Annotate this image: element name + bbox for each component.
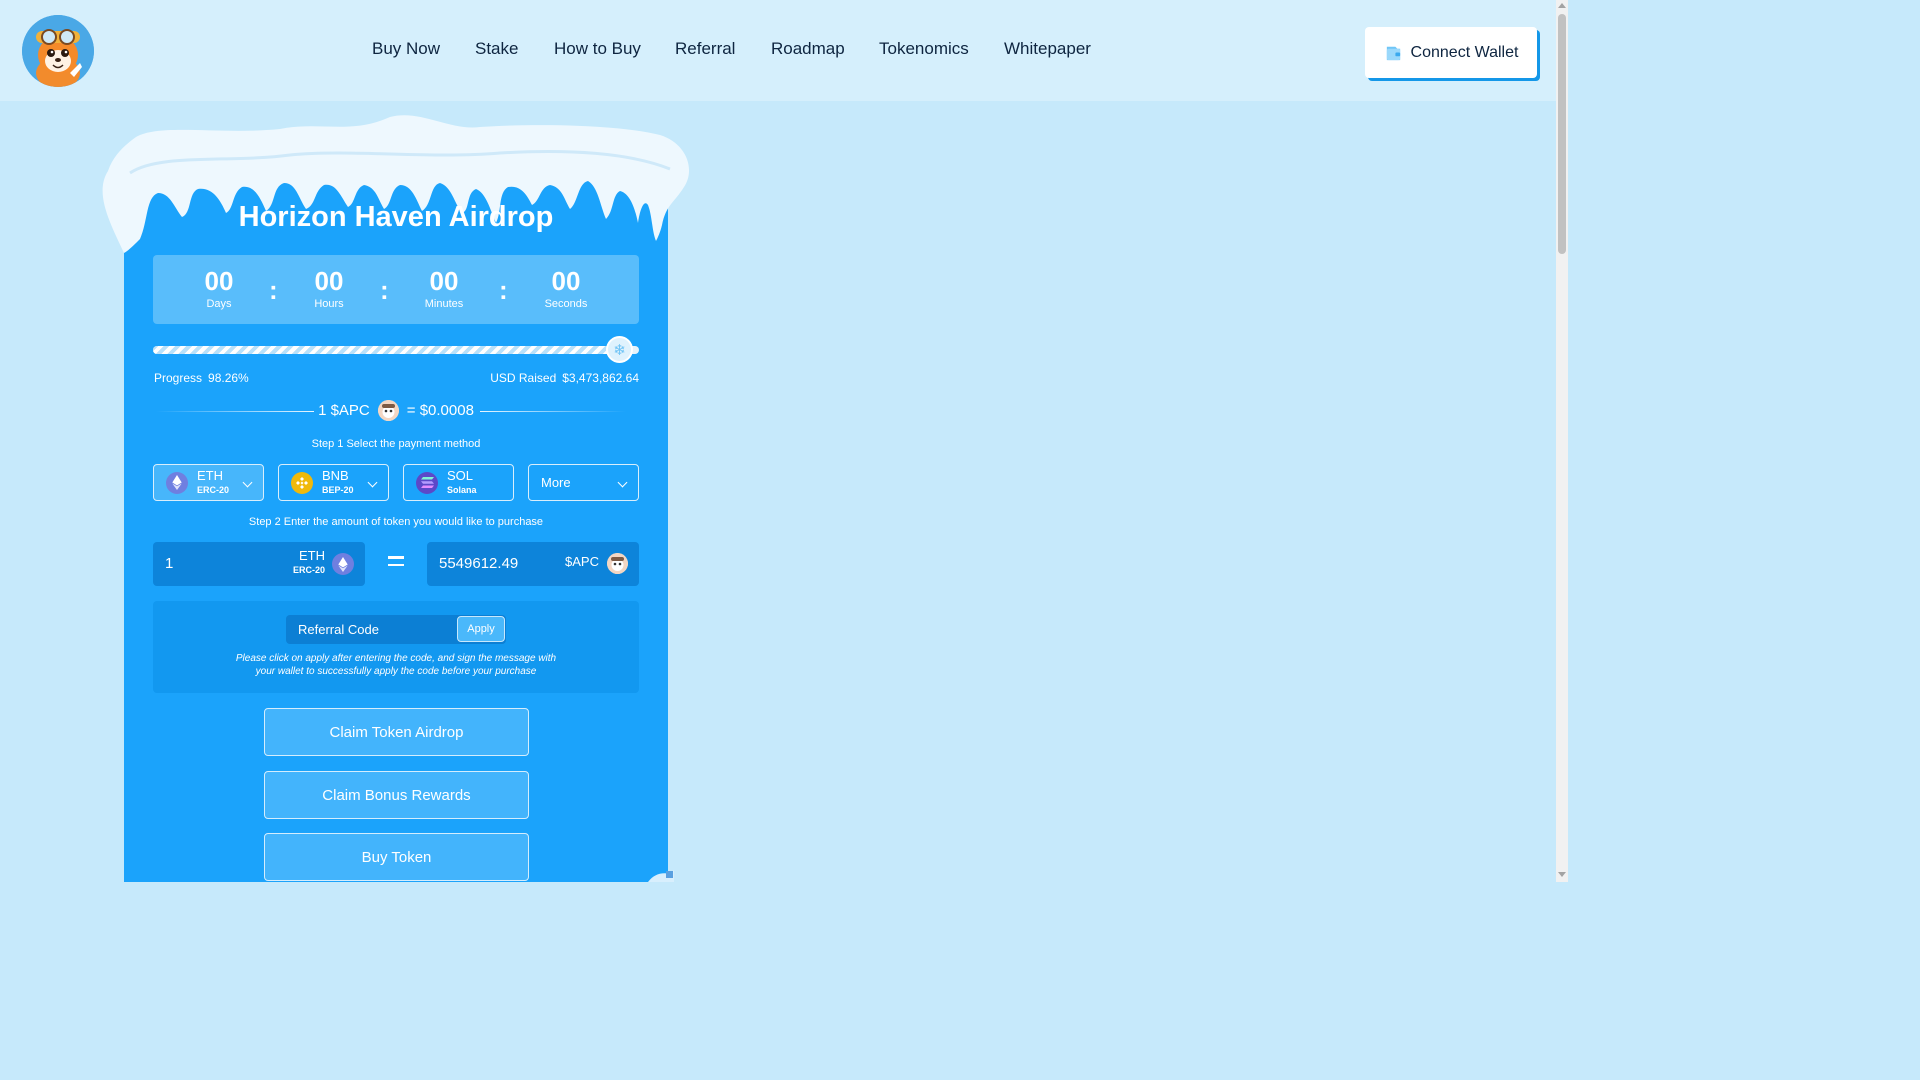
receive-amount-field[interactable]: 5549612.49 $APC [427, 542, 639, 586]
pay-method-eth[interactable]: ETH ERC-20 [153, 464, 264, 501]
progress-label: Progress [154, 371, 203, 385]
pay-amount-value: 1 [165, 555, 174, 572]
apc-token-icon [607, 553, 628, 574]
pay-method-sol-text: SOL Solana [447, 467, 477, 496]
nav-how-to-buy[interactable]: How to Buy [554, 39, 641, 59]
chevron-down-icon [617, 477, 628, 488]
receive-amount-value: 5549612.49 [439, 555, 519, 572]
pay-method-network: ERC-20 [197, 484, 230, 495]
scroll-up-arrow-icon[interactable] [1558, 3, 1566, 8]
countdown-hours: 00 Hours [289, 266, 369, 310]
progress-bar [153, 346, 639, 354]
claim-token-airdrop-button[interactable]: Claim Token Airdrop [264, 708, 529, 756]
pay-method-more-text: More [541, 474, 571, 490]
scroll-down-arrow-icon[interactable] [1558, 872, 1566, 877]
rate-left-text: 1 $APC [318, 402, 370, 419]
nav-stake[interactable]: Stake [475, 39, 518, 59]
pay-method-symbol: BNB [322, 467, 349, 483]
pay-currency-symbol: ETH [299, 548, 325, 563]
chevron-down-icon [367, 477, 378, 488]
token-rate: 1 $APC = $0.0008 [124, 400, 668, 421]
pay-currency: ETH ERC-20 [292, 548, 325, 576]
raised-value: $3,473,862.64 [562, 371, 639, 385]
pay-method-symbol: ETH [197, 467, 223, 483]
referral-note-line: your wallet to successfully apply the co… [255, 666, 537, 677]
apply-referral-button[interactable]: Apply [457, 616, 505, 642]
countdown-separator: : [499, 275, 508, 305]
pay-method-more-label: More [541, 474, 571, 490]
snow-corner-decoration [648, 870, 674, 882]
progress-value: 98.26% [208, 371, 249, 385]
referral-note: Please click on apply after entering the… [225, 652, 567, 678]
ethereum-icon [332, 553, 354, 575]
nav-buy-now[interactable]: Buy Now [372, 39, 440, 59]
countdown-separator: : [269, 275, 278, 305]
pay-currency-network: ERC-20 [292, 565, 325, 575]
countdown-hours-label: Hours [314, 298, 344, 310]
raised-readout: USD Raised $3,473,862.64 [490, 371, 639, 385]
chevron-down-icon [242, 477, 253, 488]
claim-bonus-rewards-button[interactable]: Claim Bonus Rewards [264, 771, 529, 819]
referral-note-line: Please click on apply after entering the… [235, 653, 557, 664]
scrollbar-thumb[interactable] [1558, 14, 1566, 254]
ethereum-icon [166, 471, 188, 494]
raised-label: USD Raised [490, 371, 557, 385]
countdown-separator: : [380, 275, 389, 305]
nav-referral[interactable]: Referral [675, 39, 735, 59]
nav-roadmap[interactable]: Roadmap [771, 39, 845, 59]
receive-currency: $APC [565, 554, 599, 569]
snowflake-icon: ❄ [608, 338, 631, 361]
site-header: Buy Now Stake How to Buy Referral Roadma… [0, 0, 1556, 101]
apc-token-icon [377, 400, 399, 421]
pay-method-eth-text: ETH ERC-20 [197, 467, 230, 496]
pay-method-network: BEP-20 [322, 484, 354, 495]
pay-amount-field[interactable]: 1 ETH ERC-20 [153, 542, 365, 586]
wallet-icon [1386, 46, 1400, 61]
countdown-minutes: 00 Minutes [404, 266, 484, 310]
countdown-days-label: Days [206, 298, 232, 310]
pay-method-bnb[interactable]: BNB BEP-20 [278, 464, 389, 501]
receive-currency-symbol: $APC [565, 554, 599, 569]
countdown-seconds-label: Seconds [544, 298, 588, 310]
countdown-hours-value: 00 [314, 266, 344, 296]
pay-method-network: Solana [447, 484, 477, 495]
step1-text: Step 1 Select the payment method [311, 438, 481, 450]
countdown-days: 00 Days [179, 266, 259, 310]
progress-readout: Progress 98.26% [154, 371, 249, 385]
pay-method-more[interactable]: More [528, 464, 639, 501]
connect-wallet-button[interactable]: Connect Wallet [1365, 27, 1537, 78]
nav-whitepaper[interactable]: Whitepaper [1004, 39, 1091, 59]
step2-text: Step 2 Enter the amount of token you wou… [248, 516, 544, 528]
pay-method-symbol: SOL [447, 467, 474, 483]
pay-method-sol[interactable]: SOL Solana [403, 464, 514, 501]
countdown-timer: 00 Days : 00 Hours : 00 Minutes : 00 Sec… [153, 255, 639, 324]
connect-wallet-label: Connect Wallet [1410, 43, 1519, 61]
countdown-seconds-value: 00 [551, 266, 581, 296]
equals-icon [388, 556, 404, 571]
page-scrollbar[interactable] [1556, 0, 1568, 882]
bnb-icon [291, 471, 313, 494]
pay-method-bnb-text: BNB BEP-20 [322, 467, 354, 496]
buy-token-button[interactable]: Buy Token [264, 833, 529, 881]
rate-right-text: = $0.0008 [406, 402, 474, 419]
nav-tokenomics[interactable]: Tokenomics [879, 39, 969, 59]
countdown-minutes-value: 00 [429, 266, 459, 296]
progress-bar-fill [153, 346, 631, 354]
presale-title: Horizon Haven Airdrop [238, 201, 554, 233]
countdown-minutes-label: Minutes [424, 298, 464, 310]
main-nav: Buy Now Stake How to Buy Referral Roadma… [0, 0, 1556, 101]
countdown-seconds: 00 Seconds [526, 266, 606, 310]
countdown-days-value: 00 [204, 266, 234, 296]
solana-icon [416, 471, 438, 494]
